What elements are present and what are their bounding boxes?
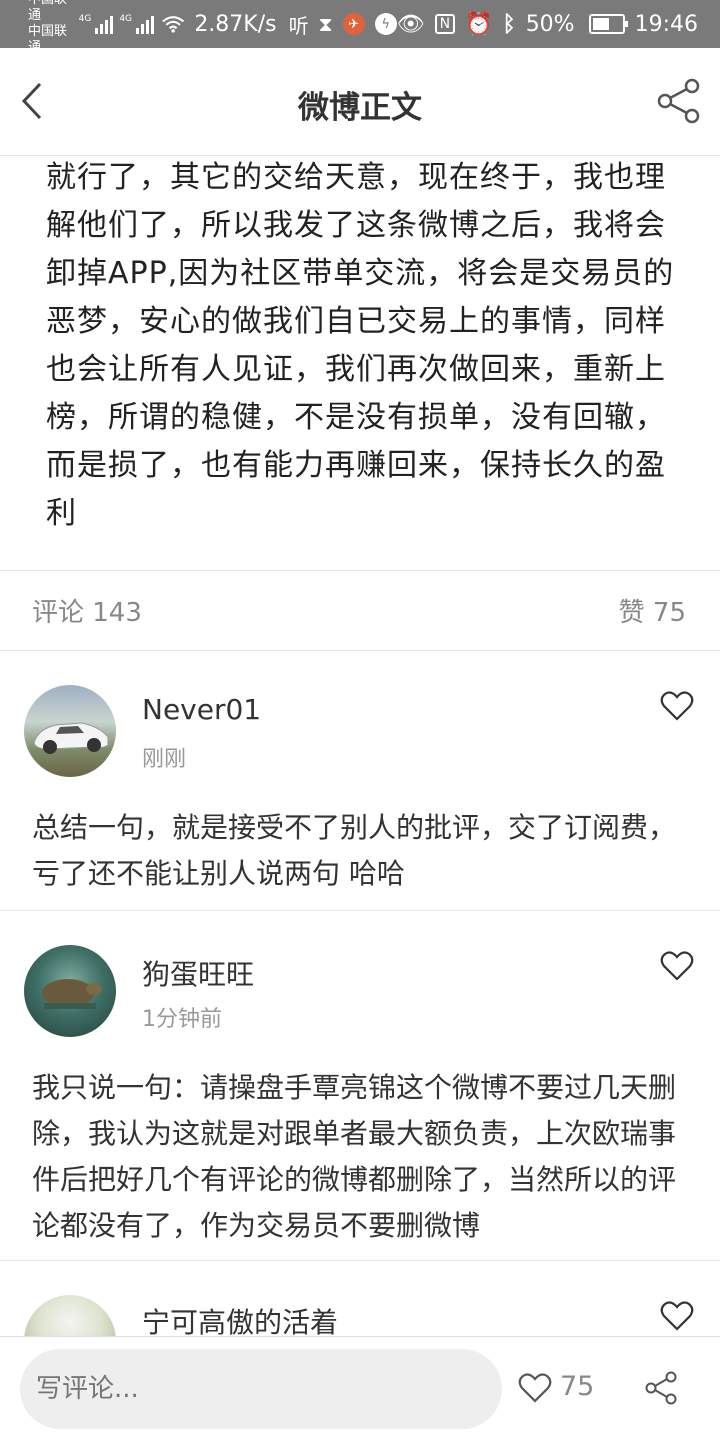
alarm-icon: ⏰ [465, 11, 493, 37]
network-type-1: 4G [78, 14, 92, 24]
comment-time: 刚刚 [142, 747, 187, 772]
comment-input[interactable] [20, 1349, 502, 1429]
app-notification-icon: ϟ [374, 13, 397, 35]
comments-count-tab[interactable]: 评论 143 [32, 592, 142, 629]
comment-time: 1分钟前 [142, 1007, 222, 1032]
signal-icon: 4G [119, 14, 155, 34]
comment-author[interactable]: Never01 [142, 693, 261, 726]
bluetooth-icon: ᛒ [502, 11, 516, 37]
avatar[interactable] [24, 945, 116, 1037]
eye-icon: 👁 [396, 11, 425, 37]
heart-icon[interactable] [660, 689, 694, 723]
heart-icon[interactable] [660, 1299, 694, 1333]
clock: 19:46 [634, 11, 698, 37]
likes-count-tab[interactable]: 赞 75 [619, 592, 686, 629]
share-icon[interactable] [656, 78, 702, 124]
comment-author[interactable]: 宁可高傲的活着 [142, 1301, 338, 1336]
share-icon[interactable] [644, 1371, 678, 1405]
hd-voice-icon: 听 [288, 13, 309, 38]
post-body: 就行了，其它的交给天意，现在终于，我也理解他们了，所以我发了这条微博之后，我将会… [0, 156, 720, 571]
signal-icon: 4G [79, 14, 114, 34]
turtle-image [42, 979, 102, 1009]
avatar[interactable] [24, 1295, 116, 1336]
network-speed: 2.87K/s [194, 11, 277, 37]
top-nav-bar: 微博正文 [0, 48, 720, 156]
like-count: 75 [560, 1371, 595, 1402]
heart-icon[interactable] [518, 1371, 552, 1405]
app-notification-icon: ✈ [342, 13, 365, 35]
wifi-icon [162, 16, 185, 33]
page-title: 微博正文 [298, 90, 422, 126]
car-image [33, 722, 109, 754]
bottom-action-bar: 75 [0, 1336, 720, 1440]
network-type-2: 4G [119, 14, 133, 24]
carrier-1: 中国联通 [28, 0, 67, 23]
comment-item: 狗蛋旺旺 1分钟前 我只说一句：请操盘手覃亮锦这个微博不要过几天删除，我认为这就… [0, 911, 720, 1261]
comment-item: 宁可高傲的活着 [0, 1261, 720, 1336]
heart-icon[interactable] [660, 949, 694, 983]
post-text: 就行了，其它的交给天意，现在终于，我也理解他们了，所以我发了这条微博之后，我将会… [46, 160, 675, 531]
comment-text: 总结一句，就是接受不了别人的批评，交了订阅费，亏了还不能让别人说两句 哈哈 [32, 811, 677, 890]
avatar[interactable] [24, 685, 116, 777]
comment-author[interactable]: 狗蛋旺旺 [142, 953, 254, 993]
comment-text: 我只说一句：请操盘手覃亮锦这个微博不要过几天删除，我认为这就是对跟单者最大额负责… [32, 1071, 677, 1242]
post-stats-bar: 评论 143 赞 75 [0, 571, 720, 651]
battery-percent: 50% [525, 11, 575, 37]
status-bar: 中国联通 中国联通 4G 4G 2.87K/s 听 ⧗ ✈ ϟ 👁 N ⏰ ᛒ … [0, 0, 720, 55]
battery-icon [588, 14, 628, 34]
comment-item: Never01 刚刚 总结一句，就是接受不了别人的批评，交了订阅费，亏了还不能让… [0, 651, 720, 911]
nfc-icon: N [434, 14, 456, 34]
hourglass-icon: ⧗ [318, 12, 333, 36]
